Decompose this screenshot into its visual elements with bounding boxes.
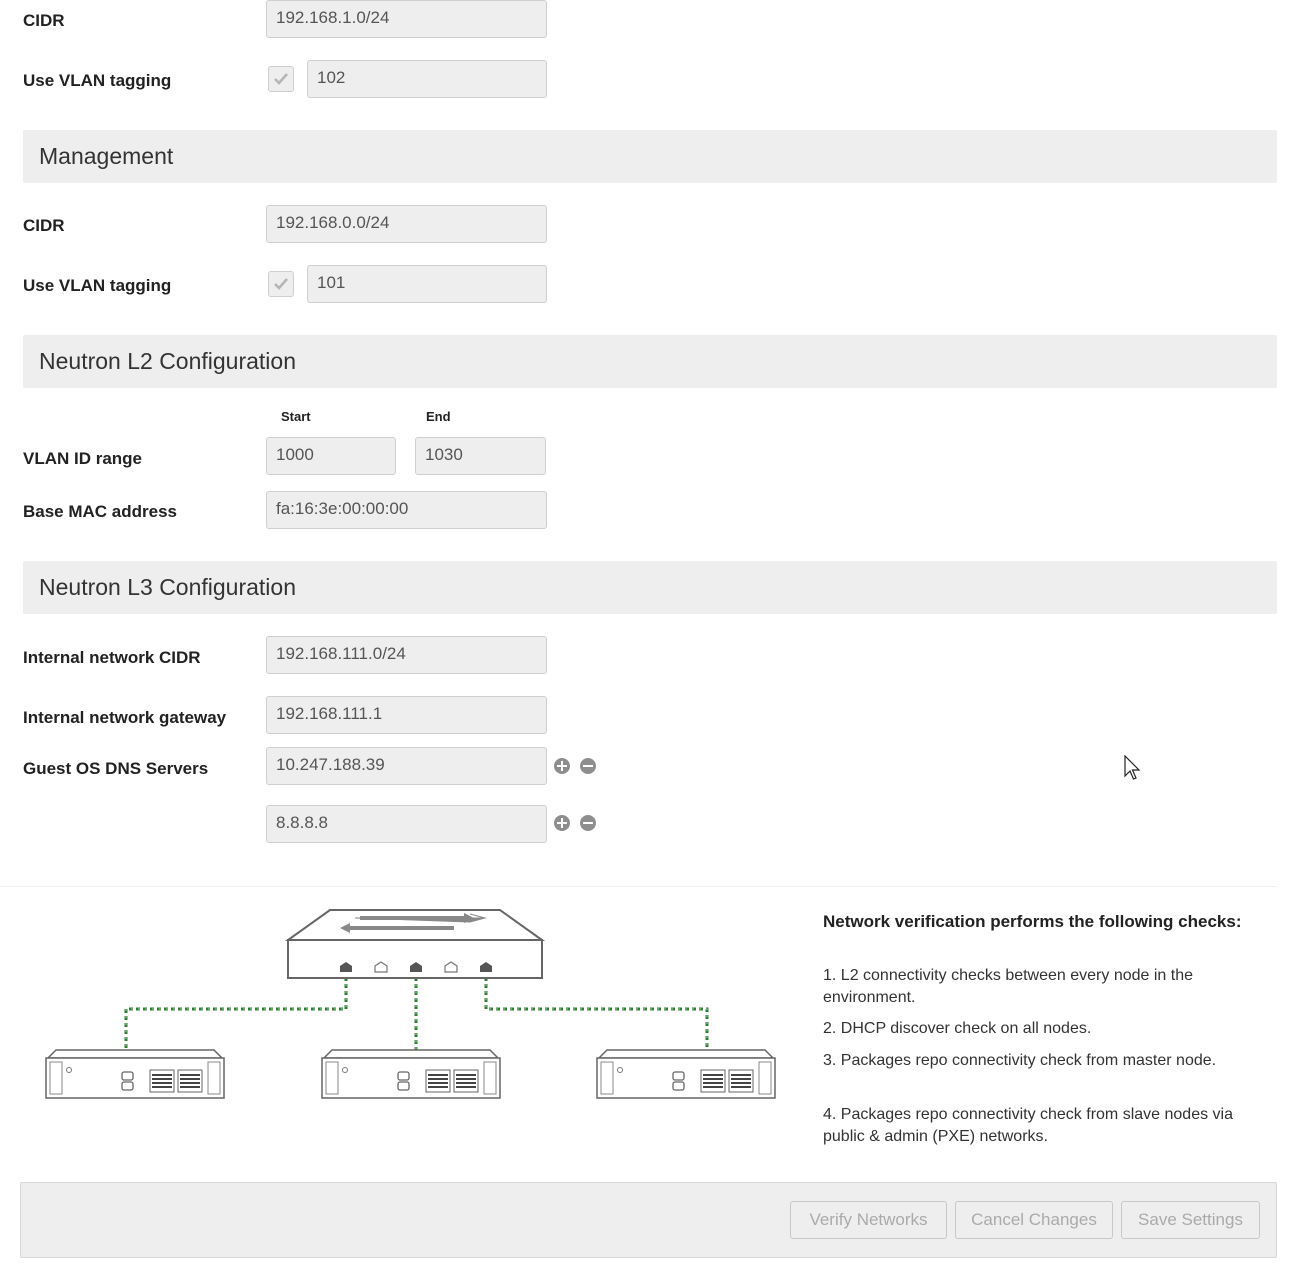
- vlan-range-label: VLAN ID range: [23, 449, 143, 468]
- internal-gateway-input[interactable]: 192.168.111.1: [266, 696, 547, 734]
- server-node-icon: [45, 1049, 225, 1099]
- neutron-l2-title: Neutron L2 Configuration: [39, 348, 296, 374]
- server-node-icon: [596, 1049, 776, 1099]
- storage-vlan-checkbox[interactable]: [268, 66, 294, 92]
- vlan-end-input[interactable]: 1030: [415, 437, 546, 475]
- neutron-l3-title: Neutron L3 Configuration: [39, 574, 296, 600]
- neutron-l2-section-header: Neutron L2 Configuration: [23, 335, 1277, 388]
- remove-circle-icon[interactable]: [580, 815, 596, 831]
- verification-check: 4. Packages repo connectivity check from…: [823, 1106, 1233, 1145]
- management-section-header: Management: [23, 130, 1277, 183]
- cancel-changes-button[interactable]: Cancel Changes: [955, 1201, 1113, 1239]
- verification-check: 1. L2 connectivity checks between every …: [823, 967, 1193, 1006]
- management-title: Management: [39, 143, 174, 169]
- save-settings-button[interactable]: Save Settings: [1121, 1201, 1260, 1239]
- neutron-l3-section-header: Neutron L3 Configuration: [23, 561, 1277, 614]
- storage-vlan-label: Use VLAN tagging: [23, 71, 172, 90]
- dns-server-input[interactable]: 8.8.8.8: [266, 805, 547, 843]
- internal-cidr-input[interactable]: 192.168.111.0/24: [266, 636, 547, 674]
- cable-right: [484, 970, 709, 1050]
- management-cidr-label: CIDR: [23, 216, 65, 235]
- internal-cidr-label: Internal network CIDR: [23, 648, 201, 667]
- base-mac-input[interactable]: fa:16:3e:00:00:00: [266, 491, 547, 529]
- internal-gateway-label: Internal network gateway: [23, 708, 227, 727]
- divider: [0, 886, 1277, 887]
- vlan-start-input[interactable]: 1000: [266, 437, 396, 475]
- verify-networks-button[interactable]: Verify Networks: [790, 1201, 947, 1239]
- verification-title: Network verification performs the follow…: [823, 912, 1242, 931]
- management-vlan-input[interactable]: 101: [307, 265, 547, 303]
- storage-vlan-input[interactable]: 102: [307, 60, 547, 98]
- management-vlan-label: Use VLAN tagging: [23, 276, 172, 295]
- cable-left: [124, 970, 348, 1050]
- add-circle-icon[interactable]: [554, 815, 570, 831]
- server-node-icon: [321, 1049, 501, 1099]
- network-diagram: [45, 909, 776, 1099]
- base-mac-label: Base MAC address: [23, 502, 178, 521]
- storage-cidr-input[interactable]: 192.168.1.0/24: [266, 0, 547, 38]
- mouse-cursor-icon: [1124, 755, 1141, 780]
- verification-check: 2. DHCP discover check on all nodes.: [823, 1020, 1092, 1037]
- verification-check: 3. Packages repo connectivity check from…: [823, 1052, 1217, 1069]
- dns-server-input[interactable]: 10.247.188.39: [266, 747, 547, 785]
- add-circle-icon[interactable]: [554, 758, 570, 774]
- remove-circle-icon[interactable]: [580, 758, 596, 774]
- network-switch-icon: [284, 909, 546, 979]
- vlan-start-label: Start: [281, 409, 311, 424]
- checkbox-checked-icon: [274, 278, 288, 290]
- dns-servers-label: Guest OS DNS Servers: [23, 759, 209, 778]
- checkbox-checked-icon: [274, 73, 288, 85]
- vlan-end-label: End: [426, 409, 451, 424]
- management-vlan-checkbox[interactable]: [268, 271, 294, 297]
- storage-cidr-label: CIDR: [23, 11, 65, 30]
- management-cidr-input[interactable]: 192.168.0.0/24: [266, 205, 547, 243]
- network-cables: [124, 970, 709, 1050]
